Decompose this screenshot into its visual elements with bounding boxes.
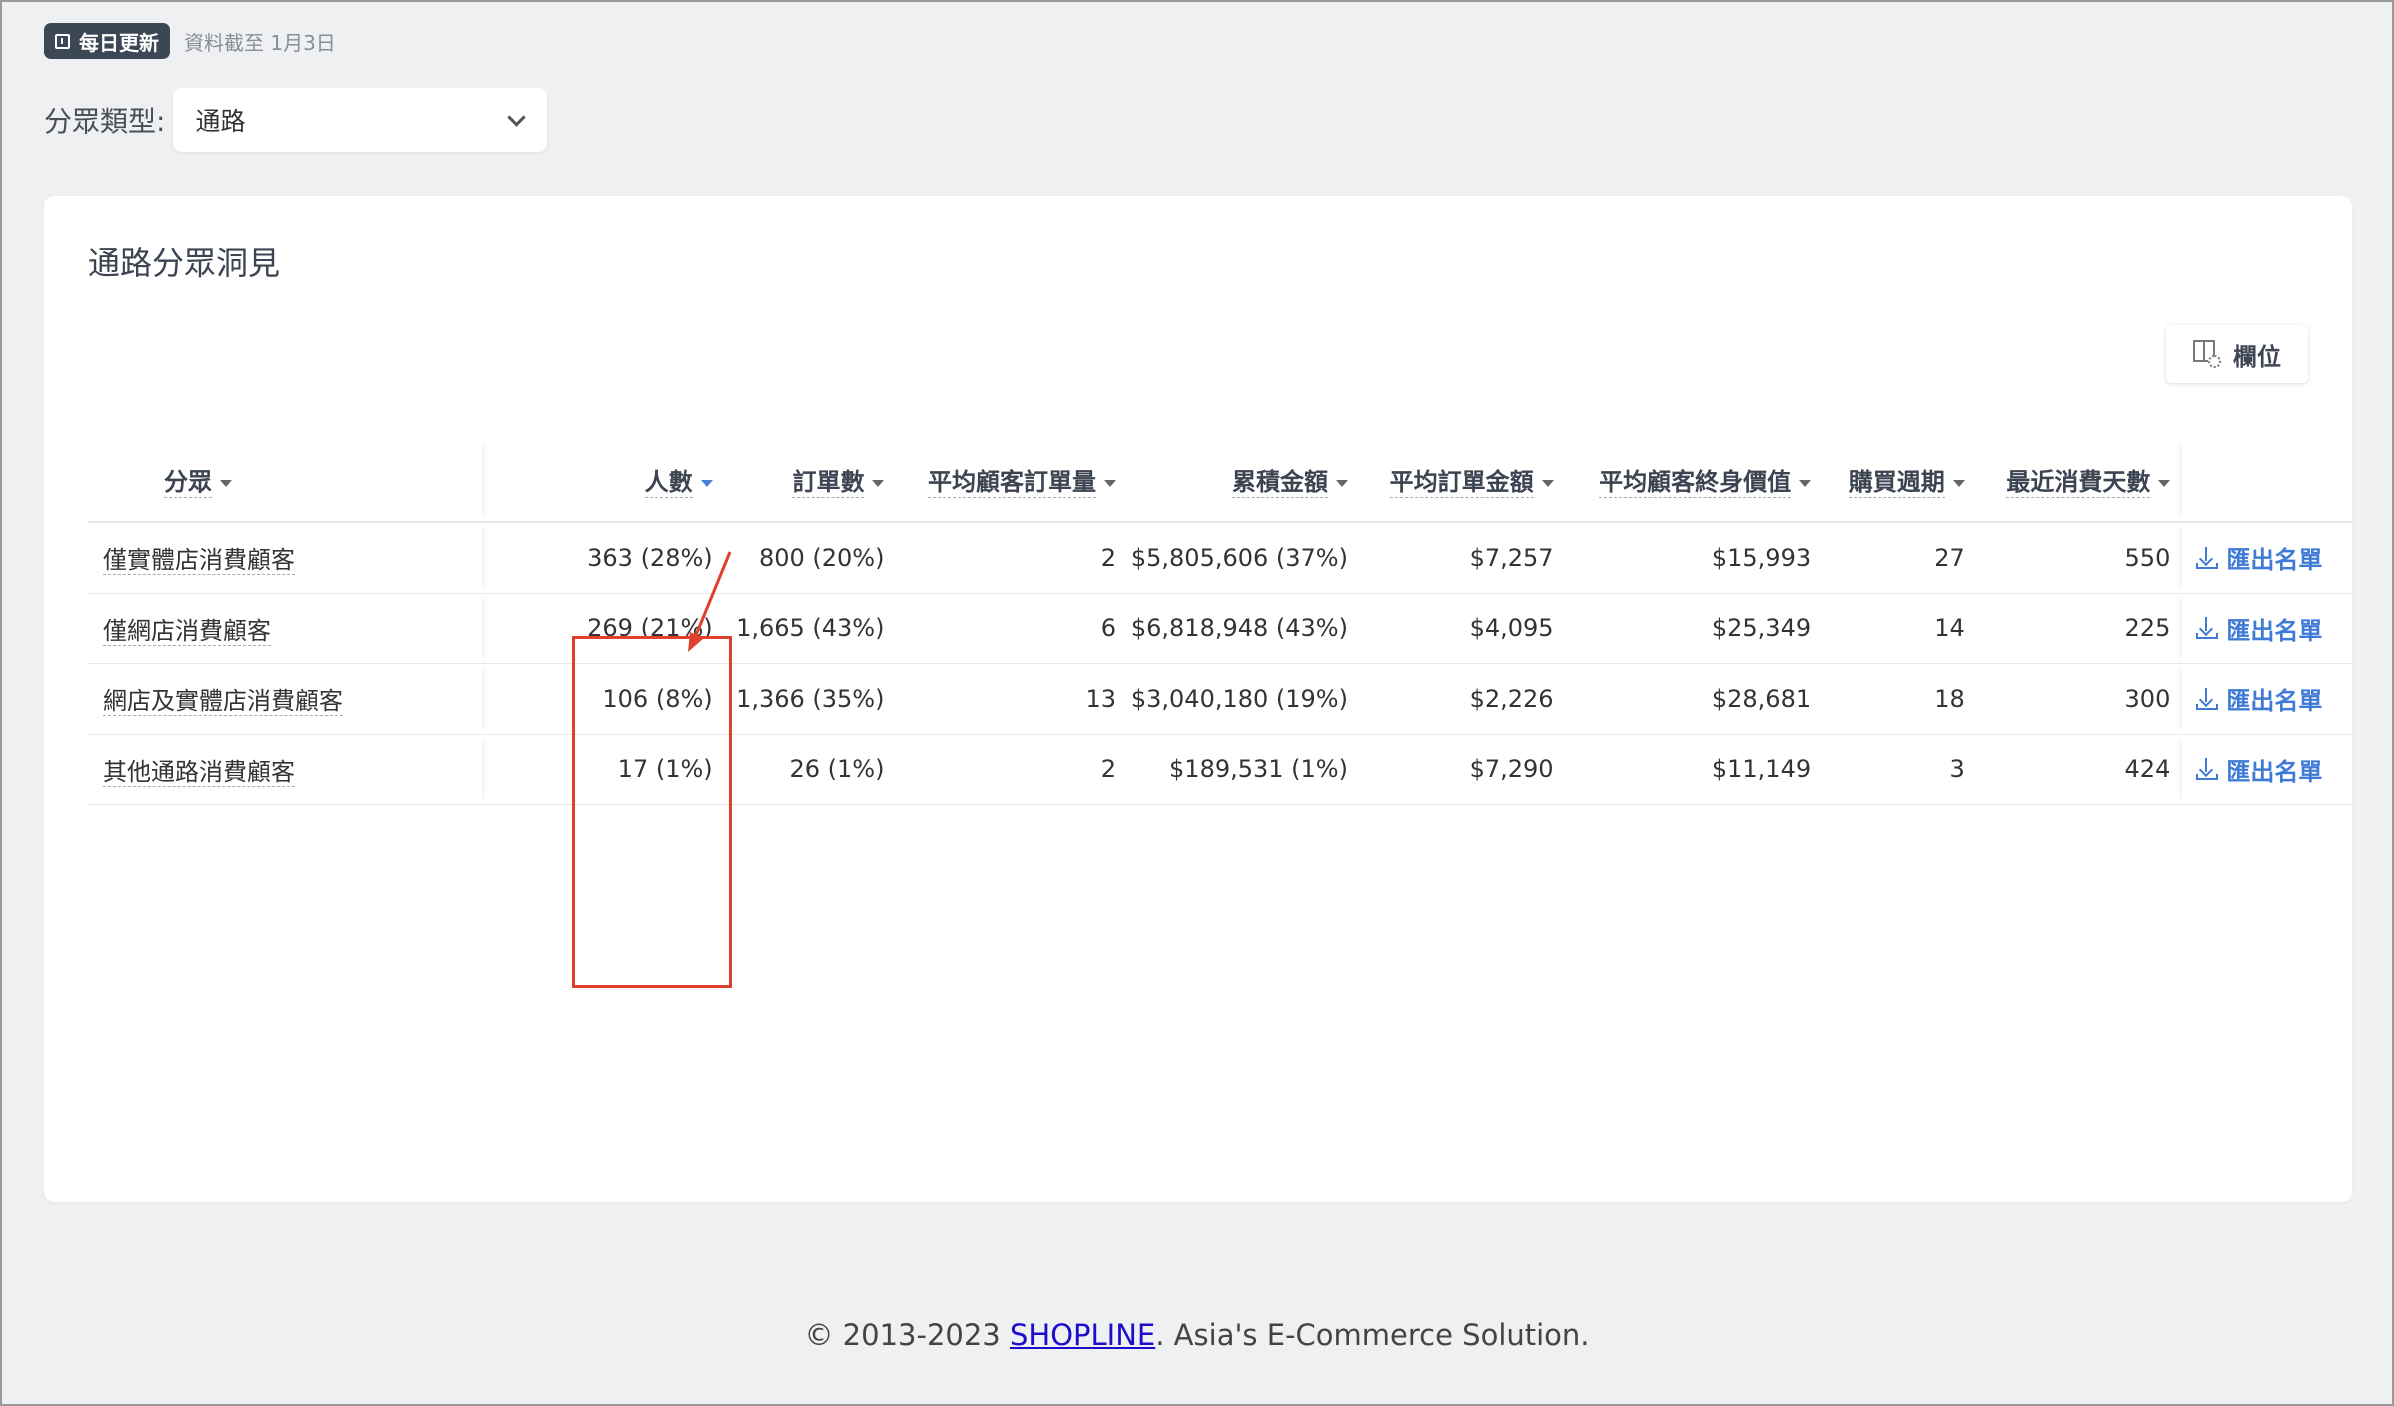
header-avg-order-amount[interactable]: 平均訂單金額 [1359, 438, 1566, 523]
sort-caret-icon [1335, 479, 1348, 487]
segment-name-cell: 僅實體店消費顧客 [88, 522, 483, 594]
top-bar: 每日更新 資料截至 1月3日 [44, 22, 336, 60]
segment-name-cell: 其他通路消費顧客 [88, 734, 483, 805]
orders-cell: 1,366 (35%) [724, 663, 897, 735]
avg-orders-cell: 13 [896, 663, 1129, 735]
recency-cell: 225 [1976, 593, 2183, 664]
card-title: 通路分眾洞見 [88, 244, 281, 282]
cycle-cell: 27 [1823, 522, 1977, 594]
export-list-button[interactable]: 匯出名單 [2182, 594, 2352, 664]
badge-label: 每日更新 [79, 30, 159, 55]
footer-copyright: © 2013-2023 [804, 1318, 1010, 1352]
total-amount-cell: $6,818,948 (43%) [1128, 593, 1360, 664]
segment-name-cell: 僅網店消費顧客 [88, 593, 483, 664]
total-amount-cell: $3,040,180 (19%) [1128, 663, 1360, 735]
export-cell: 匯出名單 [2182, 734, 2352, 805]
sort-caret-icon [1104, 479, 1117, 487]
ltv-cell: $25,349 [1565, 593, 1824, 664]
sort-caret-icon [700, 479, 713, 487]
columns-button[interactable]: 欄位 [2166, 325, 2308, 383]
header-ltv[interactable]: 平均顧客終身價值 [1565, 438, 1824, 523]
orders-cell: 1,665 (43%) [724, 593, 897, 664]
export-list-button[interactable]: 匯出名單 [2182, 523, 2352, 593]
ltv-cell: $11,149 [1565, 734, 1824, 805]
avg-order-amount-cell: $7,290 [1359, 734, 1566, 805]
export-cell: 匯出名單 [2182, 593, 2352, 664]
recency-cell: 300 [1976, 663, 2183, 735]
sort-caret-icon [1799, 479, 1812, 487]
segment-table: 分眾 人數 訂單數 平均顧客訂單量 累積金額 平均訂單金額 平均顧客終身價值 購… [88, 438, 2352, 805]
avg-orders-cell: 2 [896, 522, 1129, 594]
header-total-amount[interactable]: 累積金額 [1128, 438, 1360, 523]
table-row: 僅網店消費顧客 269 (21%) 1,665 (43%) 6 $6,818,9… [88, 593, 2352, 664]
cycle-cell: 3 [1823, 734, 1977, 805]
cycle-cell: 14 [1823, 593, 1977, 664]
ltv-cell: $15,993 [1565, 522, 1824, 594]
table-row: 網店及實體店消費顧客 106 (8%) 1,366 (35%) 13 $3,04… [88, 663, 2352, 735]
header-avg-orders[interactable]: 平均顧客訂單量 [896, 438, 1129, 523]
segment-name-cell: 網店及實體店消費顧客 [88, 663, 483, 735]
data-cutoff-text: 資料截至 1月3日 [184, 30, 336, 55]
footer: © 2013-2023 SHOPLINE. Asia's E-Commerce … [2, 1318, 2392, 1352]
download-icon [2196, 617, 2219, 640]
channel-segment-card: 通路分眾洞見 欄位 分眾 人數 訂單數 平均顧客訂單量 累積金額 平均訂單金額 … [44, 196, 2352, 1202]
recency-cell: 424 [1976, 734, 2183, 805]
avg-order-amount-cell: $4,095 [1359, 593, 1566, 664]
total-amount-cell: $5,805,606 (37%) [1128, 522, 1360, 594]
export-list-button[interactable]: 匯出名單 [2182, 735, 2352, 805]
segment-type-value: 通路 [195, 107, 246, 136]
table-header-row: 分眾 人數 訂單數 平均顧客訂單量 累積金額 平均訂單金額 平均顧客終身價值 購… [88, 438, 2352, 523]
sort-caret-icon [1541, 479, 1554, 487]
download-icon [2196, 758, 2219, 781]
daily-update-badge: 每日更新 [44, 23, 170, 59]
table-row: 僅實體店消費顧客 363 (28%) 800 (20%) 2 $5,805,60… [88, 522, 2352, 594]
table-row: 其他通路消費顧客 17 (1%) 26 (1%) 2 $189,531 (1%)… [88, 734, 2352, 805]
export-cell: 匯出名單 [2182, 663, 2352, 735]
avg-orders-cell: 2 [896, 734, 1129, 805]
column-settings-icon [2193, 340, 2221, 368]
segment-type-filter: 分眾類型: 通路 [44, 88, 548, 152]
orders-cell: 800 (20%) [724, 522, 897, 594]
sort-caret-icon [2158, 479, 2171, 487]
header-people[interactable]: 人數 [482, 438, 725, 523]
download-icon [2196, 687, 2219, 710]
avg-orders-cell: 6 [896, 593, 1129, 664]
segment-type-select[interactable]: 通路 [173, 88, 548, 152]
annotation-arrow-icon [688, 551, 732, 652]
header-segment[interactable]: 分眾 [88, 438, 483, 523]
ltv-cell: $28,681 [1565, 663, 1824, 735]
columns-button-label: 欄位 [2233, 342, 2281, 371]
people-column-highlight [572, 636, 732, 988]
recency-cell: 550 [1976, 522, 2183, 594]
segment-type-label: 分眾類型: [44, 105, 166, 138]
shopline-link[interactable]: SHOPLINE [1010, 1318, 1155, 1352]
chevron-down-icon [507, 107, 527, 127]
orders-cell: 26 (1%) [724, 734, 897, 805]
export-cell: 匯出名單 [2182, 522, 2352, 594]
footer-tagline: . Asia's E-Commerce Solution. [1155, 1318, 1590, 1352]
download-icon [2196, 546, 2219, 569]
sort-caret-icon [1952, 479, 1965, 487]
avg-order-amount-cell: $2,226 [1359, 663, 1566, 735]
cycle-cell: 18 [1823, 663, 1977, 735]
sort-caret-icon [872, 479, 885, 487]
header-recency[interactable]: 最近消費天數 [1976, 438, 2183, 523]
export-list-button[interactable]: 匯出名單 [2182, 664, 2352, 734]
header-actions [2182, 438, 2352, 523]
sort-caret-icon [220, 479, 232, 487]
avg-order-amount-cell: $7,257 [1359, 522, 1566, 594]
header-cycle[interactable]: 購買週期 [1823, 438, 1977, 523]
calendar-icon [55, 33, 70, 49]
header-orders[interactable]: 訂單數 [724, 438, 897, 523]
total-amount-cell: $189,531 (1%) [1128, 734, 1360, 805]
